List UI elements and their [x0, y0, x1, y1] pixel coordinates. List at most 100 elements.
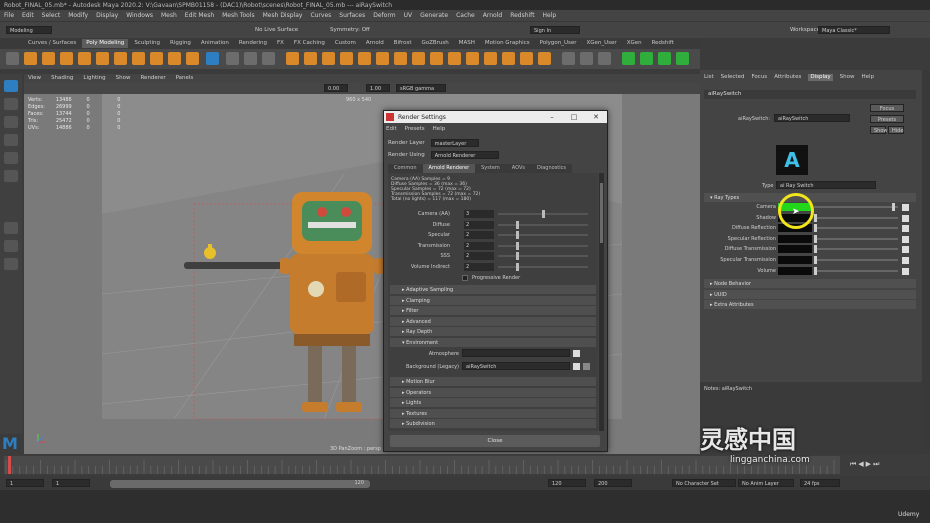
- node-name-field[interactable]: aiRaySwitch: [774, 114, 850, 122]
- sample-value-field[interactable]: 3: [464, 210, 494, 218]
- close-window-button[interactable]: ✕: [588, 111, 604, 123]
- type-dropdown[interactable]: ai Ray Switch: [776, 181, 876, 189]
- render-section[interactable]: ▸ Motion Blur: [390, 377, 596, 386]
- four-view-icon[interactable]: [4, 240, 18, 252]
- focus-button[interactable]: Focus: [870, 104, 904, 112]
- lasso-tool-icon[interactable]: [4, 98, 18, 110]
- uv-icon[interactable]: [562, 52, 575, 65]
- plane-icon[interactable]: [96, 52, 109, 65]
- vp-menu-renderer[interactable]: Renderer: [140, 75, 165, 82]
- render-section[interactable]: ▸ Operators: [390, 387, 596, 397]
- ray-type-slider[interactable]: [814, 269, 898, 272]
- range-start-field[interactable]: 1: [52, 479, 90, 487]
- unfold-icon[interactable]: [658, 52, 671, 65]
- background-map-icon[interactable]: [573, 363, 580, 370]
- ray-type-slider[interactable]: [814, 259, 898, 261]
- attr-menu-item[interactable]: Selected: [721, 74, 745, 81]
- vp-menu-shading[interactable]: Shading: [51, 75, 73, 82]
- sample-slider-knob[interactable]: [542, 210, 545, 218]
- sew-icon[interactable]: [640, 52, 653, 65]
- single-view-icon[interactable]: [4, 222, 18, 234]
- render-section[interactable]: ▸ Filter: [390, 306, 596, 316]
- ray-type-slider[interactable]: [814, 216, 898, 219]
- merge-icon[interactable]: [394, 52, 407, 65]
- close-button[interactable]: Close: [390, 435, 600, 447]
- attr-menu-item[interactable]: Attributes: [774, 74, 801, 81]
- gamma-field[interactable]: 1.00: [366, 84, 390, 92]
- ray-type-slider-knob[interactable]: [814, 266, 817, 275]
- sample-slider-knob[interactable]: [515, 262, 519, 271]
- live-surface-label[interactable]: No Live Surface: [255, 27, 298, 33]
- end-frame-field[interactable]: 200: [594, 479, 632, 487]
- torus-icon[interactable]: [114, 52, 127, 65]
- presets-button[interactable]: Presets: [870, 115, 904, 123]
- separate-icon[interactable]: [244, 52, 257, 65]
- ray-type-swatch[interactable]: [778, 234, 812, 243]
- ray-type-slider[interactable]: [814, 206, 898, 208]
- range-bar[interactable]: 120: [110, 480, 370, 488]
- exposure-field[interactable]: 0.00: [324, 84, 348, 92]
- background-field[interactable]: aiRaySwitch: [462, 362, 570, 370]
- render-section[interactable]: ▸ Advanced: [390, 316, 596, 326]
- ray-type-slider-knob[interactable]: [814, 256, 817, 264]
- menu-mesh-display[interactable]: Mesh Display: [263, 12, 303, 19]
- target-weld-icon[interactable]: [484, 52, 497, 65]
- menu-arnold[interactable]: Arnold: [483, 12, 502, 19]
- sample-slider[interactable]: [498, 234, 588, 236]
- render-section[interactable]: ▸ Textures: [390, 408, 596, 418]
- menu-mesh[interactable]: Mesh: [161, 12, 177, 19]
- ray-type-slider[interactable]: [814, 227, 898, 230]
- menu-redshift[interactable]: Redshift: [510, 12, 534, 19]
- cone-icon[interactable]: [78, 52, 91, 65]
- sample-value-field[interactable]: 2: [464, 262, 494, 271]
- paint-select-icon[interactable]: [4, 116, 18, 128]
- smooth-icon[interactable]: [262, 52, 275, 65]
- layout-icon[interactable]: [676, 52, 689, 65]
- background-nav-icon[interactable]: [583, 363, 590, 370]
- menu-edit-mesh[interactable]: Edit Mesh: [185, 12, 214, 19]
- auto-map-icon[interactable]: [598, 52, 611, 65]
- attr-menu-item[interactable]: Focus: [751, 74, 767, 81]
- select-tool-icon[interactable]: [4, 80, 18, 92]
- attr-section[interactable]: ▸ UUID: [704, 289, 916, 299]
- shelf-tab[interactable]: Custom: [331, 39, 360, 48]
- sample-value-field[interactable]: 2: [464, 231, 494, 239]
- shelf-tab[interactable]: MASH: [455, 39, 479, 48]
- menu-surfaces[interactable]: Surfaces: [339, 12, 365, 19]
- dialog-menu-edit[interactable]: Edit: [386, 126, 397, 132]
- dialog-menu-help[interactable]: Help: [433, 126, 446, 132]
- mode-dropdown[interactable]: Modeling: [6, 26, 52, 34]
- vp-menu-panels[interactable]: Panels: [176, 75, 194, 82]
- menu-modify[interactable]: Modify: [68, 12, 88, 19]
- pyramid-icon[interactable]: [132, 52, 145, 65]
- render-section[interactable]: ▸ Adaptive Sampling: [390, 285, 596, 294]
- shelf-tab[interactable]: Poly Modeling: [82, 39, 129, 48]
- map-button-icon[interactable]: [902, 225, 909, 233]
- ray-type-slider[interactable]: [814, 237, 898, 240]
- platonic-icon[interactable]: [186, 52, 199, 65]
- menu-generate[interactable]: Generate: [420, 12, 448, 19]
- sample-slider[interactable]: [498, 244, 588, 247]
- shelf-tab[interactable]: Redshift: [648, 39, 678, 48]
- render-section[interactable]: ▸ Clamping: [390, 295, 596, 305]
- menu-deform[interactable]: Deform: [373, 12, 395, 19]
- sample-slider-knob[interactable]: [515, 231, 519, 239]
- menu-help[interactable]: Help: [543, 12, 557, 19]
- collapse-icon[interactable]: [538, 52, 551, 65]
- attr-menu-item[interactable]: Show: [840, 74, 855, 81]
- ray-type-swatch[interactable]: [778, 245, 812, 254]
- shelf-tab[interactable]: XGen_User: [583, 39, 621, 48]
- fps-dropdown[interactable]: 24 fps: [800, 479, 840, 487]
- shelf-tab[interactable]: FX: [273, 39, 288, 48]
- attribute-node-tab[interactable]: aiRaySwitch: [704, 90, 916, 99]
- planar-map-icon[interactable]: [580, 52, 593, 65]
- outliner-icon[interactable]: [4, 258, 18, 270]
- cylinder-icon[interactable]: [60, 52, 73, 65]
- poke-icon[interactable]: [430, 52, 443, 65]
- shelf-tab[interactable]: Animation: [197, 39, 233, 48]
- move-tool-icon[interactable]: [4, 134, 18, 146]
- extrude-icon[interactable]: [304, 52, 317, 65]
- wedge-icon[interactable]: [412, 52, 425, 65]
- hide-button[interactable]: Hide: [888, 126, 904, 134]
- render-section[interactable]: ▸ Lights: [390, 398, 596, 408]
